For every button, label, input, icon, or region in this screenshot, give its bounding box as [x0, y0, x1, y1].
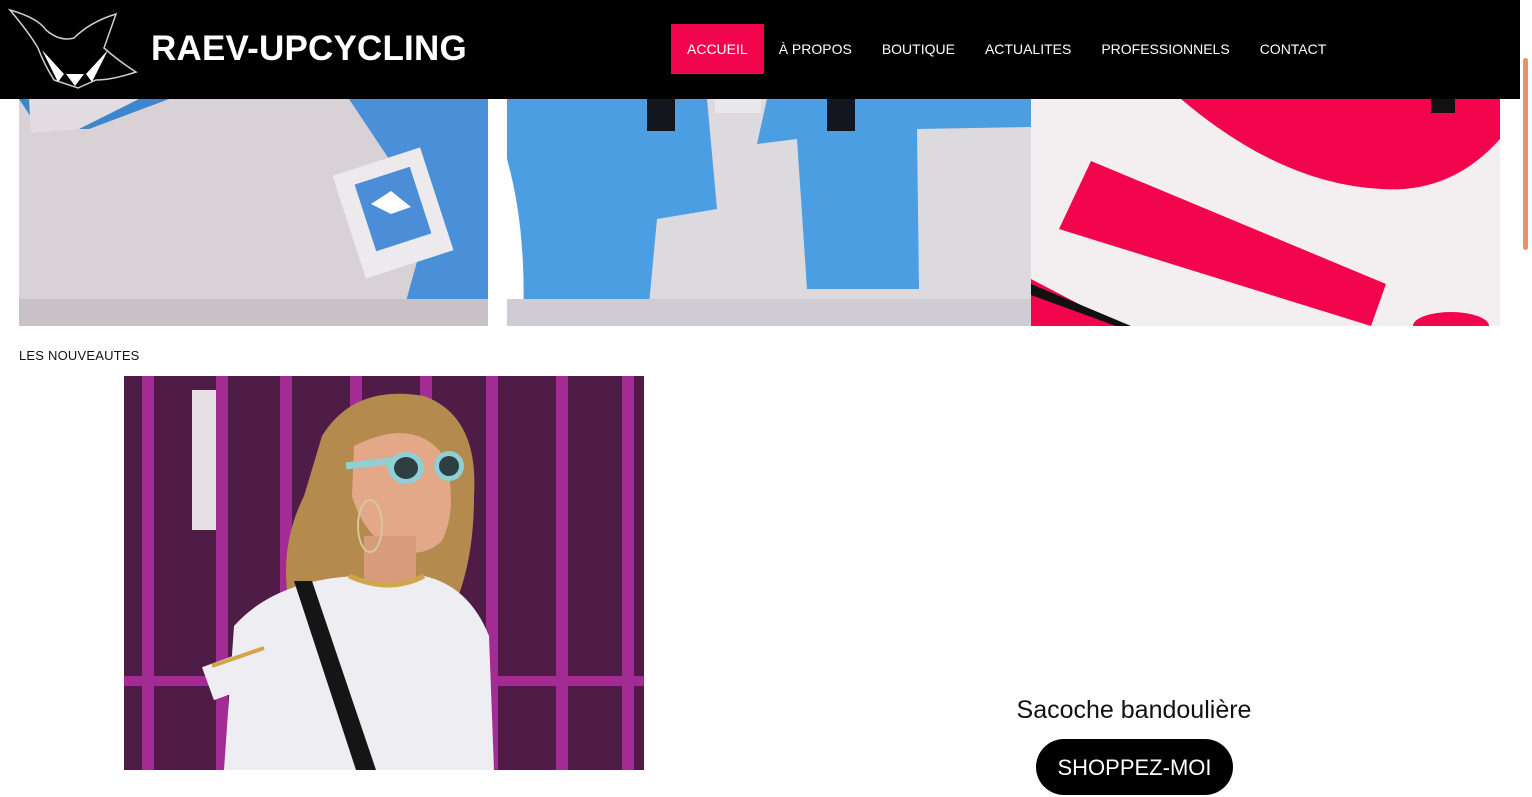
shop-now-button[interactable]: SHOPPEZ-MOI [1036, 739, 1233, 795]
brand-name[interactable]: RAEV-UPCYCLING [151, 29, 467, 69]
hero-image-bag-3[interactable] [1031, 99, 1500, 326]
product-name[interactable]: Sacoche bandoulière [984, 694, 1284, 726]
fox-logo-icon[interactable] [7, 8, 140, 90]
product-photo[interactable] [124, 376, 644, 770]
nav-item-professionnels[interactable]: PROFESSIONNELS [1086, 24, 1244, 74]
nav-item-accueil[interactable]: ACCUEIL [671, 24, 764, 74]
nav-item-boutique[interactable]: BOUTIQUE [867, 24, 970, 74]
nav-item-a-propos[interactable]: À PROPOS [764, 24, 867, 74]
section-title-nouveautes: LES NOUVEAUTES [19, 348, 140, 363]
nav-item-contact[interactable]: CONTACT [1245, 24, 1342, 74]
scrollbar-thumb[interactable] [1523, 58, 1528, 250]
page-scrollbar[interactable] [1520, 0, 1532, 770]
hero-image-bag-1[interactable] [19, 99, 488, 326]
hero-image-bag-2[interactable] [507, 99, 1031, 326]
main-nav: ACCUEIL À PROPOS BOUTIQUE ACTUALITES PRO… [671, 24, 1341, 74]
site-header: RAEV-UPCYCLING ACCUEIL À PROPOS BOUTIQUE… [0, 0, 1520, 99]
nav-item-actualites[interactable]: ACTUALITES [970, 24, 1086, 74]
